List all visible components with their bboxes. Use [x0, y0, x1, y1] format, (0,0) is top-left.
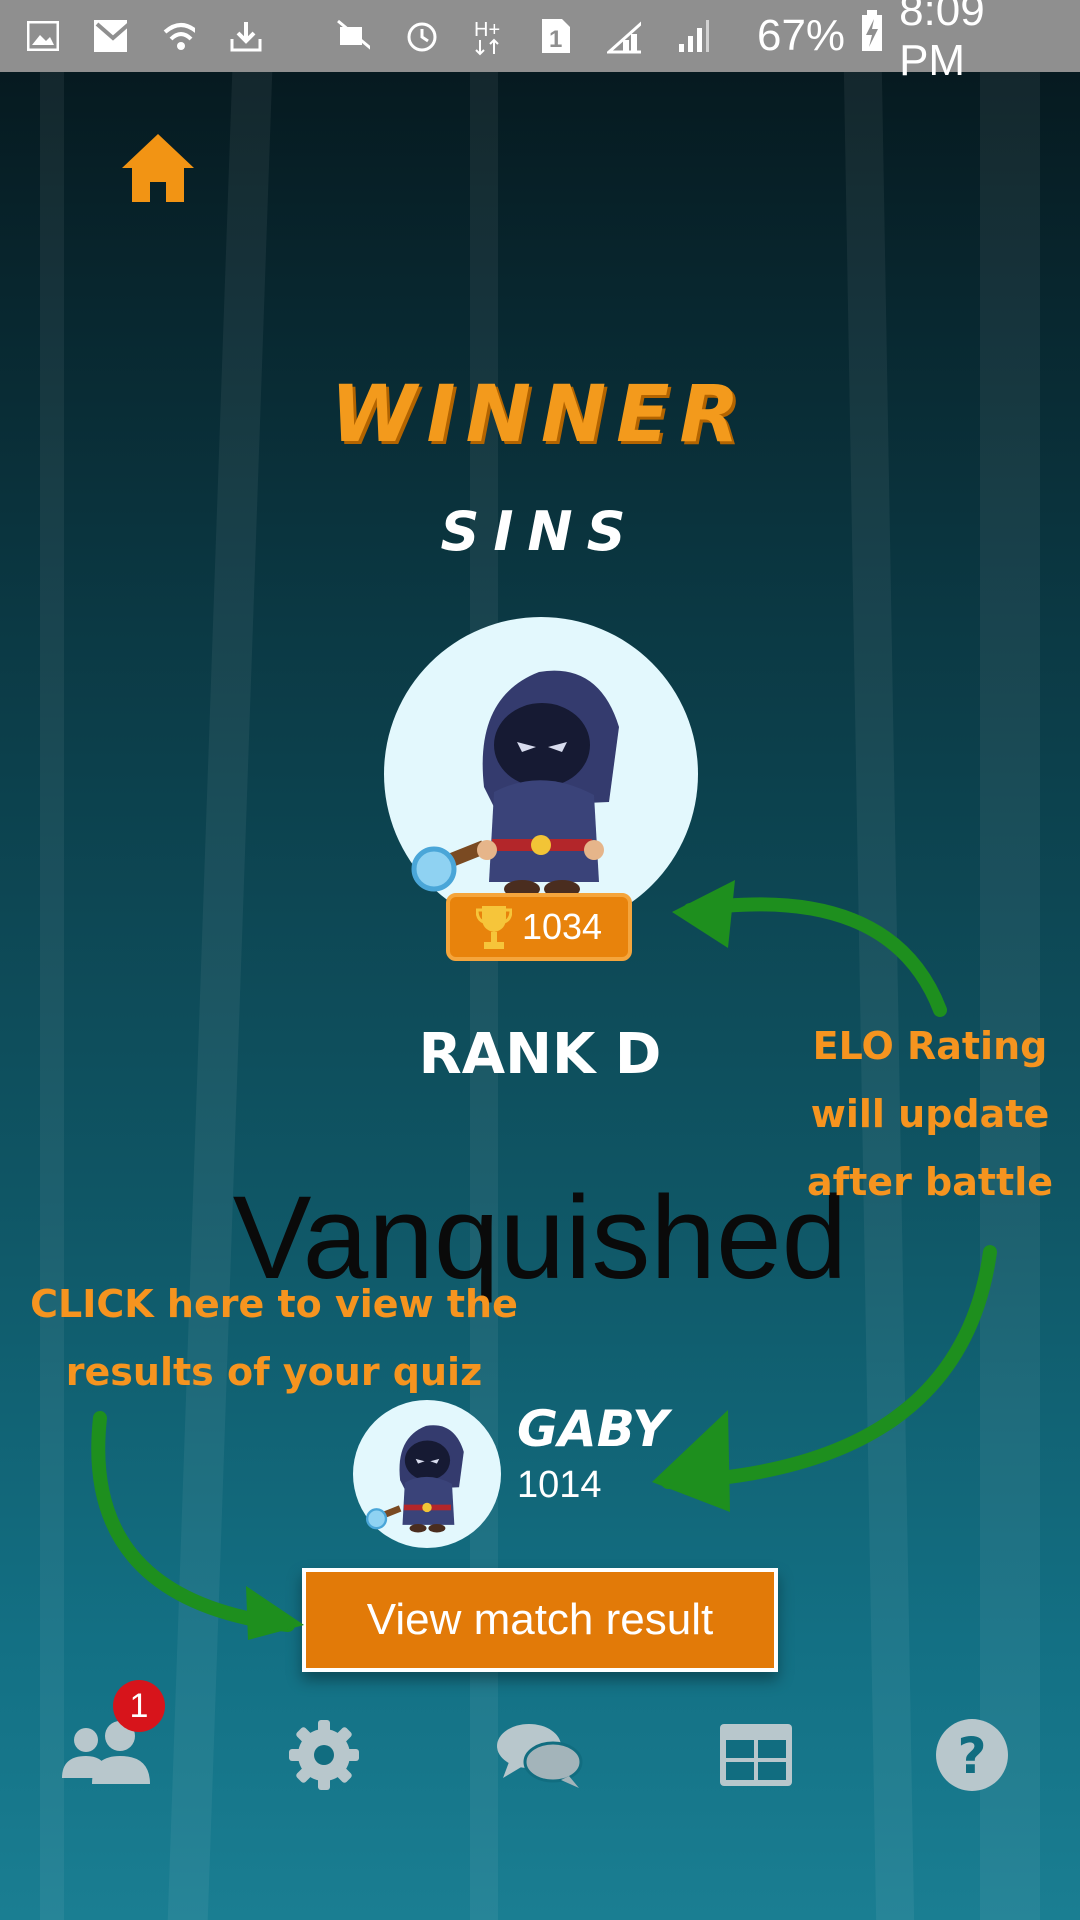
chat-icon	[497, 1724, 583, 1788]
nav-chat[interactable]	[485, 1700, 595, 1810]
download-icon	[229, 19, 263, 53]
signal-icon	[606, 19, 641, 54]
hooded-mage-icon	[365, 1425, 464, 1533]
svg-text:H+: H+	[474, 19, 500, 41]
nav-settings[interactable]	[269, 1700, 379, 1810]
status-bar: H+ 1 67% 8:09 PM	[0, 0, 1080, 85]
nav-help[interactable]: ?	[917, 1700, 1027, 1810]
elo-annotation: ELO Rating will update after battle	[780, 1012, 1080, 1216]
bottom-nav: 1 ?	[0, 1680, 1080, 1810]
leaderboard-icon	[720, 1724, 792, 1786]
hooded-mage-icon	[411, 670, 619, 898]
settings-icon	[289, 1720, 359, 1790]
player-elo-badge: 1034	[446, 893, 632, 961]
home-button[interactable]	[118, 130, 198, 210]
battery-charging-icon	[859, 9, 885, 64]
help-icon: ?	[936, 1719, 1008, 1791]
elo-annotation-line: ELO Rating	[812, 1024, 1048, 1068]
hplus-icon: H+	[472, 19, 506, 56]
view-match-result-button[interactable]: View match result	[302, 1568, 778, 1672]
svg-text:1: 1	[549, 26, 562, 53]
alarm-icon	[404, 19, 438, 53]
friends-badge: 1	[113, 1680, 165, 1732]
gmail-icon	[93, 19, 128, 53]
nav-friends[interactable]: 1	[53, 1680, 165, 1810]
click-annotation-line: results of your quiz	[65, 1350, 483, 1394]
mute-icon	[336, 19, 370, 53]
click-annotation: CLICK here to view the results of your q…	[4, 1270, 544, 1406]
nav-leaderboard[interactable]	[701, 1700, 811, 1810]
elo-annotation-line: after battle	[806, 1160, 1054, 1204]
player-avatar	[384, 617, 698, 931]
clock: 8:09 PM	[899, 0, 985, 85]
wifi-icon	[161, 19, 196, 53]
opponent-elo: 1014	[517, 1464, 602, 1506]
trophy-icon	[475, 906, 512, 949]
opponent-name: GABY	[517, 1400, 669, 1458]
winner-heading: WINNER	[330, 370, 750, 460]
battery-percent: 67%	[756, 11, 846, 60]
signal2-icon	[675, 19, 709, 53]
click-annotation-line: CLICK here to view the	[30, 1282, 518, 1326]
opponent-avatar	[353, 1400, 501, 1548]
elo-annotation-line: will update	[810, 1092, 1050, 1136]
player-elo: 1034	[521, 906, 603, 947]
svg-text:?: ?	[957, 1727, 986, 1785]
gallery-icon	[26, 19, 59, 53]
sim1-icon: 1	[540, 19, 573, 53]
home-icon	[122, 134, 194, 202]
player-name: SINS	[440, 500, 640, 563]
